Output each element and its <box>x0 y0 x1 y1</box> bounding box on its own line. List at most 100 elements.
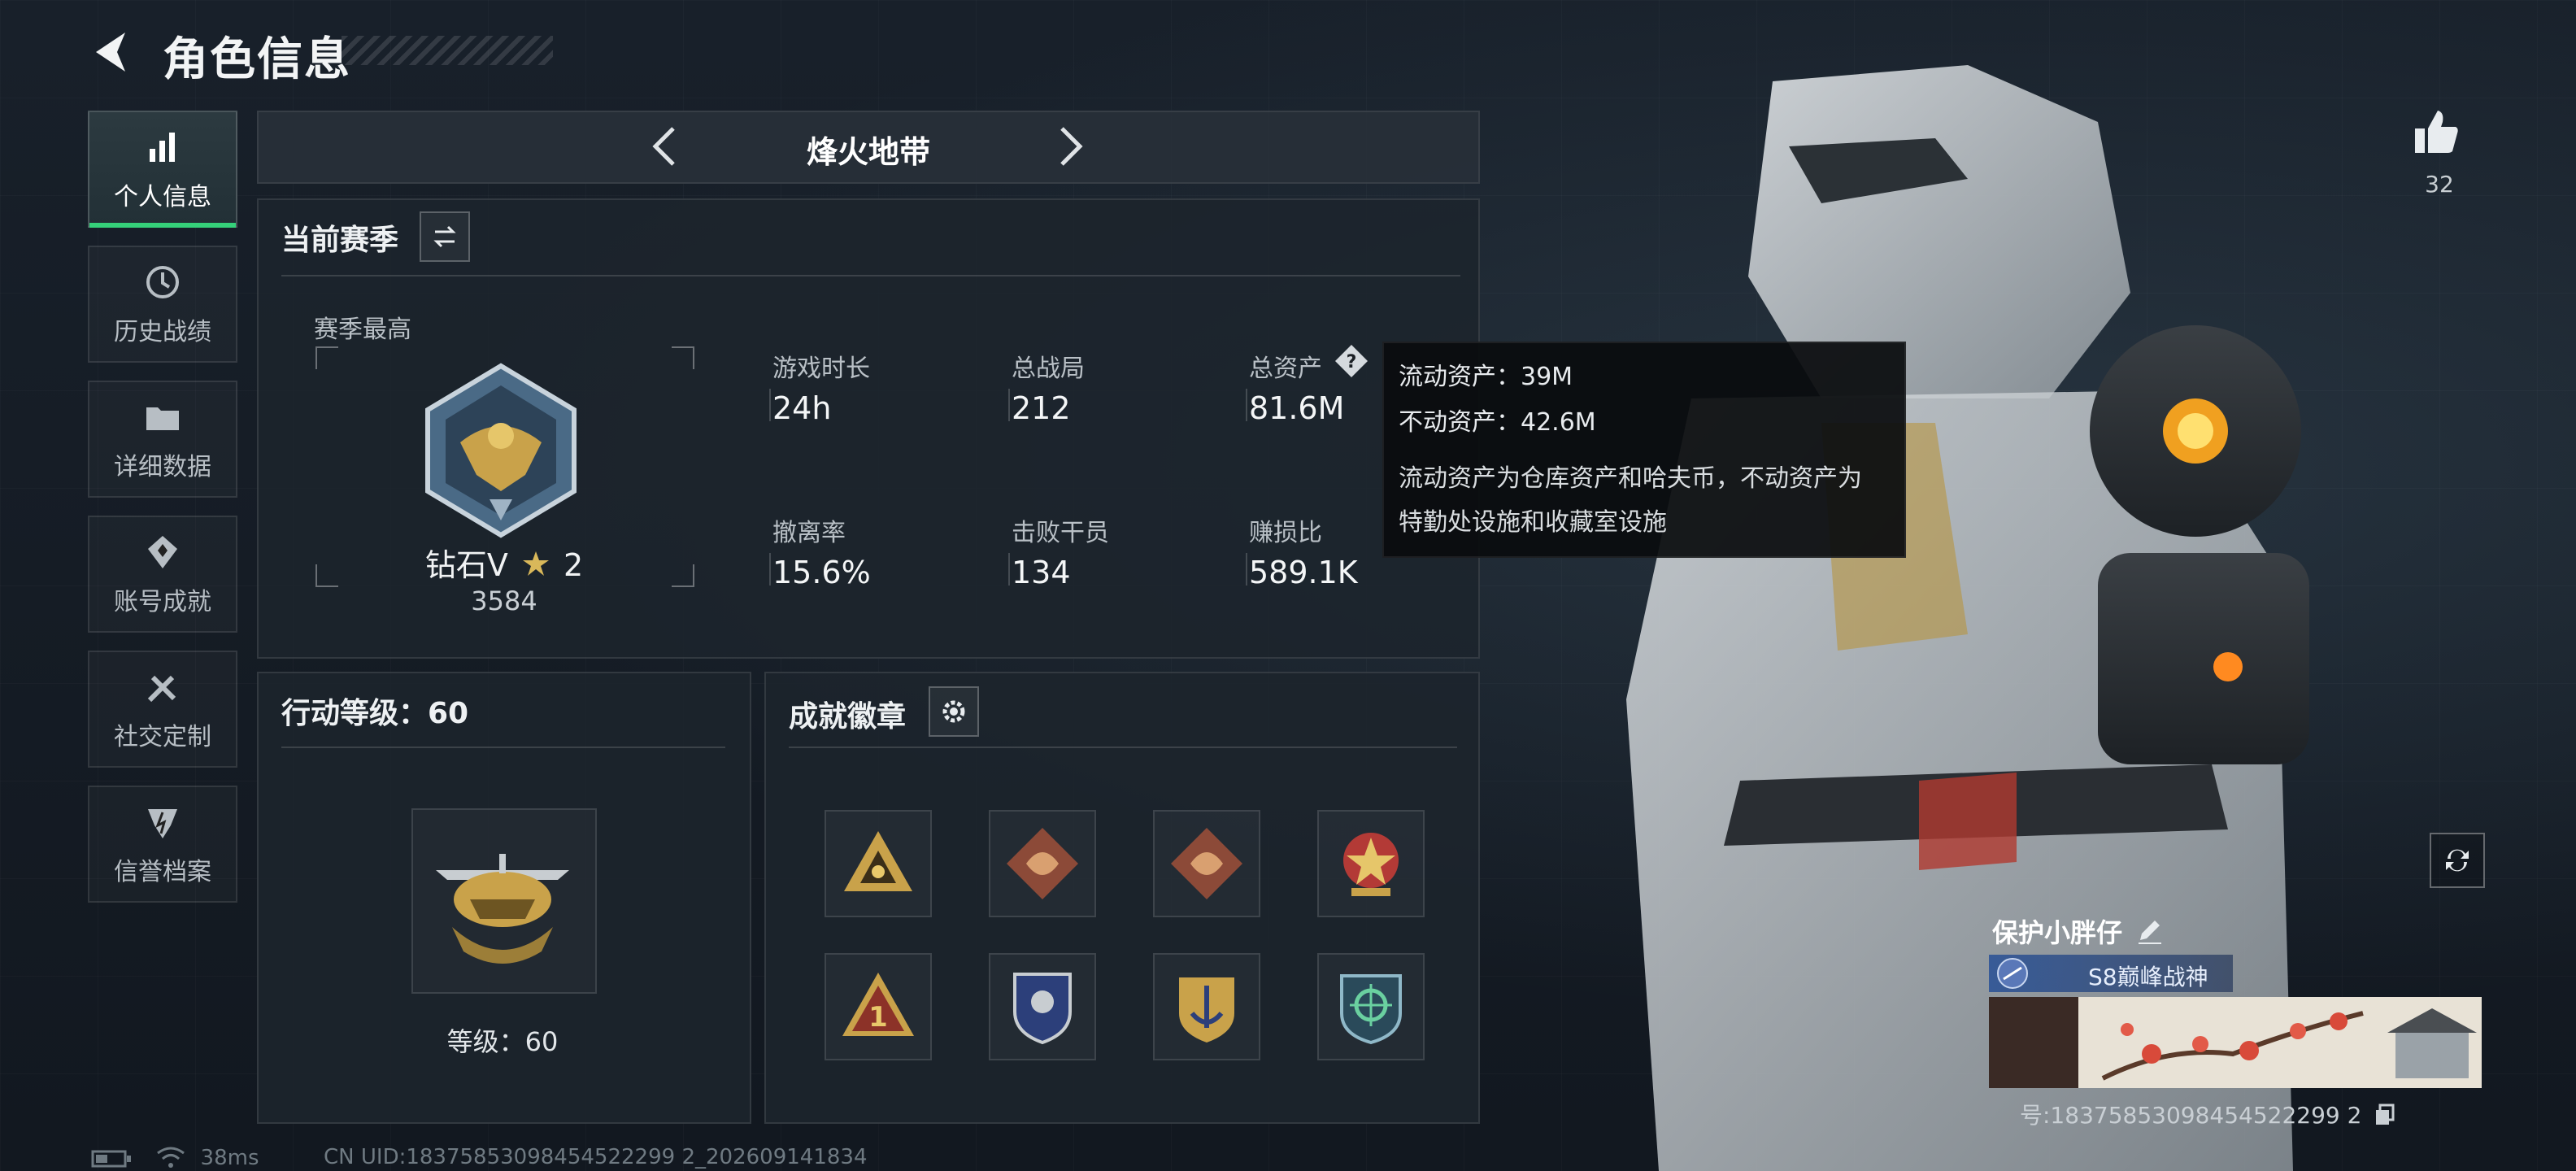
stat-label-extraction-rate: 撤离率 <box>772 519 846 547</box>
stat-divider <box>1246 389 1247 421</box>
level-label: 等级：60 <box>446 1026 559 1057</box>
rank-line: 钻石V 2 <box>423 540 585 583</box>
rank-score: 3584 <box>471 586 537 616</box>
badge-slot[interactable] <box>1317 810 1425 917</box>
sidebar-item-label: 历史战绩 <box>114 318 211 346</box>
badges-title: 成就徽章 <box>789 700 907 734</box>
badge-slot[interactable] <box>825 810 932 917</box>
rotate-view-button[interactable] <box>2430 833 2485 888</box>
switch-season-button[interactable] <box>420 211 470 262</box>
title-decoration <box>342 36 553 65</box>
status-bar: 38ms <box>91 1145 259 1170</box>
crosshair-shield-badge-icon <box>1340 974 1402 1045</box>
sidebar-item-label: 账号成就 <box>114 588 211 616</box>
tooltip-description: 流动资产为仓库资产和哈夫币，不动资产为特勤处设施和收藏室设施 <box>1399 464 1862 537</box>
name-card <box>1989 997 2482 1088</box>
like-count: 32 <box>2425 171 2454 198</box>
season-title: 当前赛季 <box>281 224 399 257</box>
plum-blossom-card-art <box>2101 1008 2477 1081</box>
stat-value-profit-loss-ratio: 589.1K <box>1249 555 1358 590</box>
badges-divider <box>789 747 1457 748</box>
triangle-eye-badge-icon <box>844 831 912 891</box>
badge-slot[interactable] <box>989 953 1096 1060</box>
frame-corner <box>672 346 694 369</box>
sidebar-item-label: 社交定制 <box>114 723 211 751</box>
assets-tooltip: 流动资产：39M 不动资产：42.6M 流动资产为仓库资产和哈夫币，不动资产为特… <box>1382 342 1906 558</box>
rank-star-count: 2 <box>564 547 584 583</box>
badge-slot[interactable] <box>1317 953 1425 1060</box>
stat-value-extraction-rate: 15.6% <box>772 555 871 590</box>
player-uid-text: 号:18375853098454522299 2 <box>2020 1102 2362 1129</box>
stat-label-total-assets: 总资产 <box>1249 355 1322 383</box>
help-question-icon[interactable]: ? <box>1334 343 1369 379</box>
edit-pencil-icon[interactable] <box>2135 916 2165 945</box>
stat-value-playtime: 24h <box>772 390 832 426</box>
player-name: 保护小胖仔 <box>1992 917 2123 948</box>
sidebar-item-achievements[interactable]: 账号成就 <box>88 516 237 633</box>
stat-divider <box>1008 553 1010 586</box>
player-title-text: S8巅峰战神 <box>2088 964 2208 990</box>
tooltip-fixed-assets: 不动资产：42.6M <box>1399 408 1596 437</box>
frame-corner <box>315 346 338 369</box>
stat-label-operators-defeated: 击败干员 <box>1012 519 1109 547</box>
stat-value-operators-defeated: 134 <box>1012 555 1071 590</box>
frame-corner <box>315 564 338 587</box>
stat-divider <box>769 389 771 421</box>
frame-corner <box>672 564 694 587</box>
badge-settings-button[interactable] <box>929 686 979 737</box>
sidebar-item-reputation[interactable]: 信誉档案 <box>88 786 237 903</box>
number-one-badge-icon: 1 <box>842 973 914 1036</box>
stat-label-profit-loss-ratio: 赚损比 <box>1249 519 1322 547</box>
sidebar-item-social-custom[interactable]: 社交定制 <box>88 651 237 768</box>
season-divider <box>281 275 1460 276</box>
svg-text:1: 1 <box>868 1001 888 1034</box>
sidebar-item-history[interactable]: 历史战绩 <box>88 246 237 363</box>
sidebar-item-label: 详细数据 <box>114 453 211 481</box>
clock-history-icon <box>146 266 179 298</box>
rank-name: 钻石V <box>424 547 508 583</box>
badge-slot[interactable] <box>989 810 1096 917</box>
stat-value-total-assets: 81.6M <box>1249 390 1345 426</box>
page-title: 角色信息 <box>163 33 351 86</box>
stat-divider <box>769 553 771 586</box>
folder-icon <box>146 407 179 430</box>
star-icon <box>522 551 549 576</box>
sidebar-item-label: 个人信息 <box>114 183 211 211</box>
dragon-badge-icon <box>1171 828 1242 899</box>
next-mode-chevron-icon[interactable] <box>1044 122 1093 171</box>
medal-icon <box>148 536 177 568</box>
wifi-icon <box>157 1147 185 1168</box>
level-divider <box>281 747 725 748</box>
title-emblem-icon <box>1997 958 2028 989</box>
sidebar-nav: 个人信息 历史战绩 详细数据 账号成就 社交定制 信誉档案 <box>88 111 237 921</box>
back-arrow-icon[interactable] <box>88 28 137 76</box>
gear-icon <box>942 700 965 723</box>
copy-icon[interactable] <box>2374 1104 2396 1126</box>
badge-slot[interactable]: 1 <box>825 953 932 1060</box>
badge-slot[interactable] <box>1153 953 1260 1060</box>
dragon-badge-icon <box>1007 828 1078 899</box>
helicopter-emblem-icon <box>436 854 569 964</box>
swap-arrows-icon <box>433 225 456 248</box>
mode-title: 烽火地带 <box>806 134 930 170</box>
sidebar-item-personal-info[interactable]: 个人信息 <box>88 111 237 228</box>
star-wreath-badge-icon <box>1343 833 1399 896</box>
gold-anchor-badge-icon <box>1179 977 1234 1043</box>
sidebar-item-detailed-data[interactable]: 详细数据 <box>88 381 237 498</box>
badge-slot[interactable] <box>1153 810 1260 917</box>
bottom-uid-text: CN UID:18375853098454522299 2_2026091418… <box>324 1145 868 1169</box>
rank-emblem-icon <box>425 363 577 538</box>
season-best-label: 赛季最高 <box>314 316 411 344</box>
stat-label-total-matches: 总战局 <box>1012 355 1085 383</box>
tools-icon <box>147 675 176 703</box>
svg-text:?: ? <box>1347 352 1357 372</box>
stat-divider <box>1246 553 1247 586</box>
blue-shield-badge-icon <box>1013 973 1072 1045</box>
refresh-icon <box>2446 849 2469 872</box>
stat-divider <box>1008 389 1010 421</box>
thumbs-up-icon[interactable] <box>2410 106 2462 158</box>
ping-text: 38ms <box>200 1146 259 1170</box>
bar-chart-icon <box>150 133 175 162</box>
shield-icon <box>148 809 177 838</box>
battery-icon <box>91 1150 131 1168</box>
